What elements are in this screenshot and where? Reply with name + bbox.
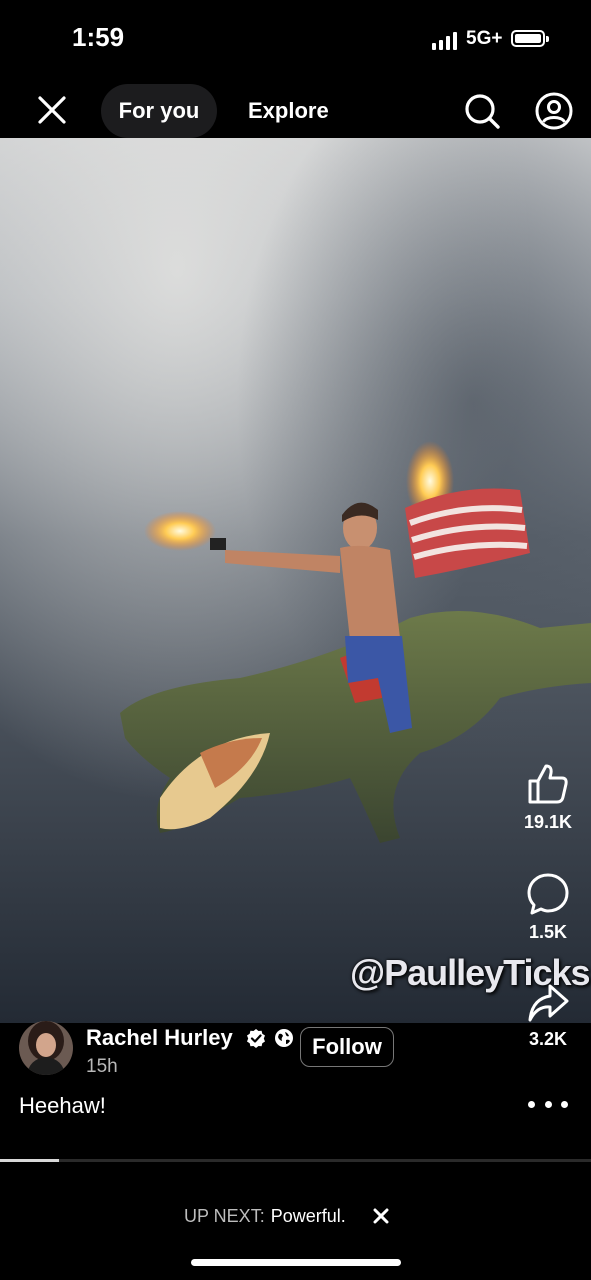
status-time: 1:59 <box>72 22 125 52</box>
video-frame <box>0 138 591 1023</box>
follow-button[interactable]: Follow <box>300 1027 394 1067</box>
author-badges <box>246 1028 294 1048</box>
progress-track[interactable] <box>0 1159 591 1162</box>
search-icon <box>465 94 500 129</box>
share-button[interactable]: 3.2K <box>510 983 586 1050</box>
post-caption[interactable]: Heehaw! <box>19 1093 106 1119</box>
up-next-close-button[interactable] <box>372 1207 390 1225</box>
signal-icon <box>432 32 457 50</box>
close-icon <box>373 1208 389 1224</box>
search-button[interactable] <box>462 91 502 131</box>
verified-icon <box>247 1029 265 1048</box>
comment-count: 1.5K <box>528 922 568 942</box>
video-player[interactable] <box>0 138 591 1023</box>
like-count: 19.1K <box>523 812 573 832</box>
more-dot-icon <box>528 1100 535 1108</box>
author-name[interactable]: Rachel Hurley <box>86 1025 233 1051</box>
network-label: 5G+ <box>466 28 503 49</box>
share-icon <box>528 984 569 1022</box>
post-time: 15h <box>86 1056 118 1077</box>
globe-icon <box>275 1029 293 1047</box>
tab-for-you[interactable]: For you <box>101 84 217 138</box>
like-button[interactable]: 19.1K <box>510 762 586 833</box>
battery-icon <box>511 30 549 47</box>
close-button[interactable] <box>34 92 70 128</box>
more-dot-icon <box>561 1100 568 1108</box>
progress-fill <box>0 1159 60 1162</box>
share-count: 3.2K <box>528 1029 568 1049</box>
up-next-title: Powerful. <box>270 1206 346 1226</box>
up-next-label: UP NEXT: <box>184 1206 265 1226</box>
comment-button[interactable]: 1.5K <box>510 872 586 943</box>
close-icon <box>38 96 66 124</box>
tab-explore[interactable]: Explore <box>232 84 345 138</box>
avatar[interactable] <box>19 1021 73 1075</box>
up-next[interactable]: UP NEXT: Powerful. <box>184 1206 346 1227</box>
more-dot-icon <box>544 1100 552 1108</box>
avatar-image <box>19 1021 73 1075</box>
profile-icon <box>535 92 573 130</box>
thumbs-up-icon <box>528 764 568 804</box>
profile-button[interactable] <box>534 91 574 131</box>
comment-icon <box>527 873 569 915</box>
home-indicator[interactable] <box>191 1259 401 1266</box>
more-options-button[interactable] <box>528 1092 568 1116</box>
